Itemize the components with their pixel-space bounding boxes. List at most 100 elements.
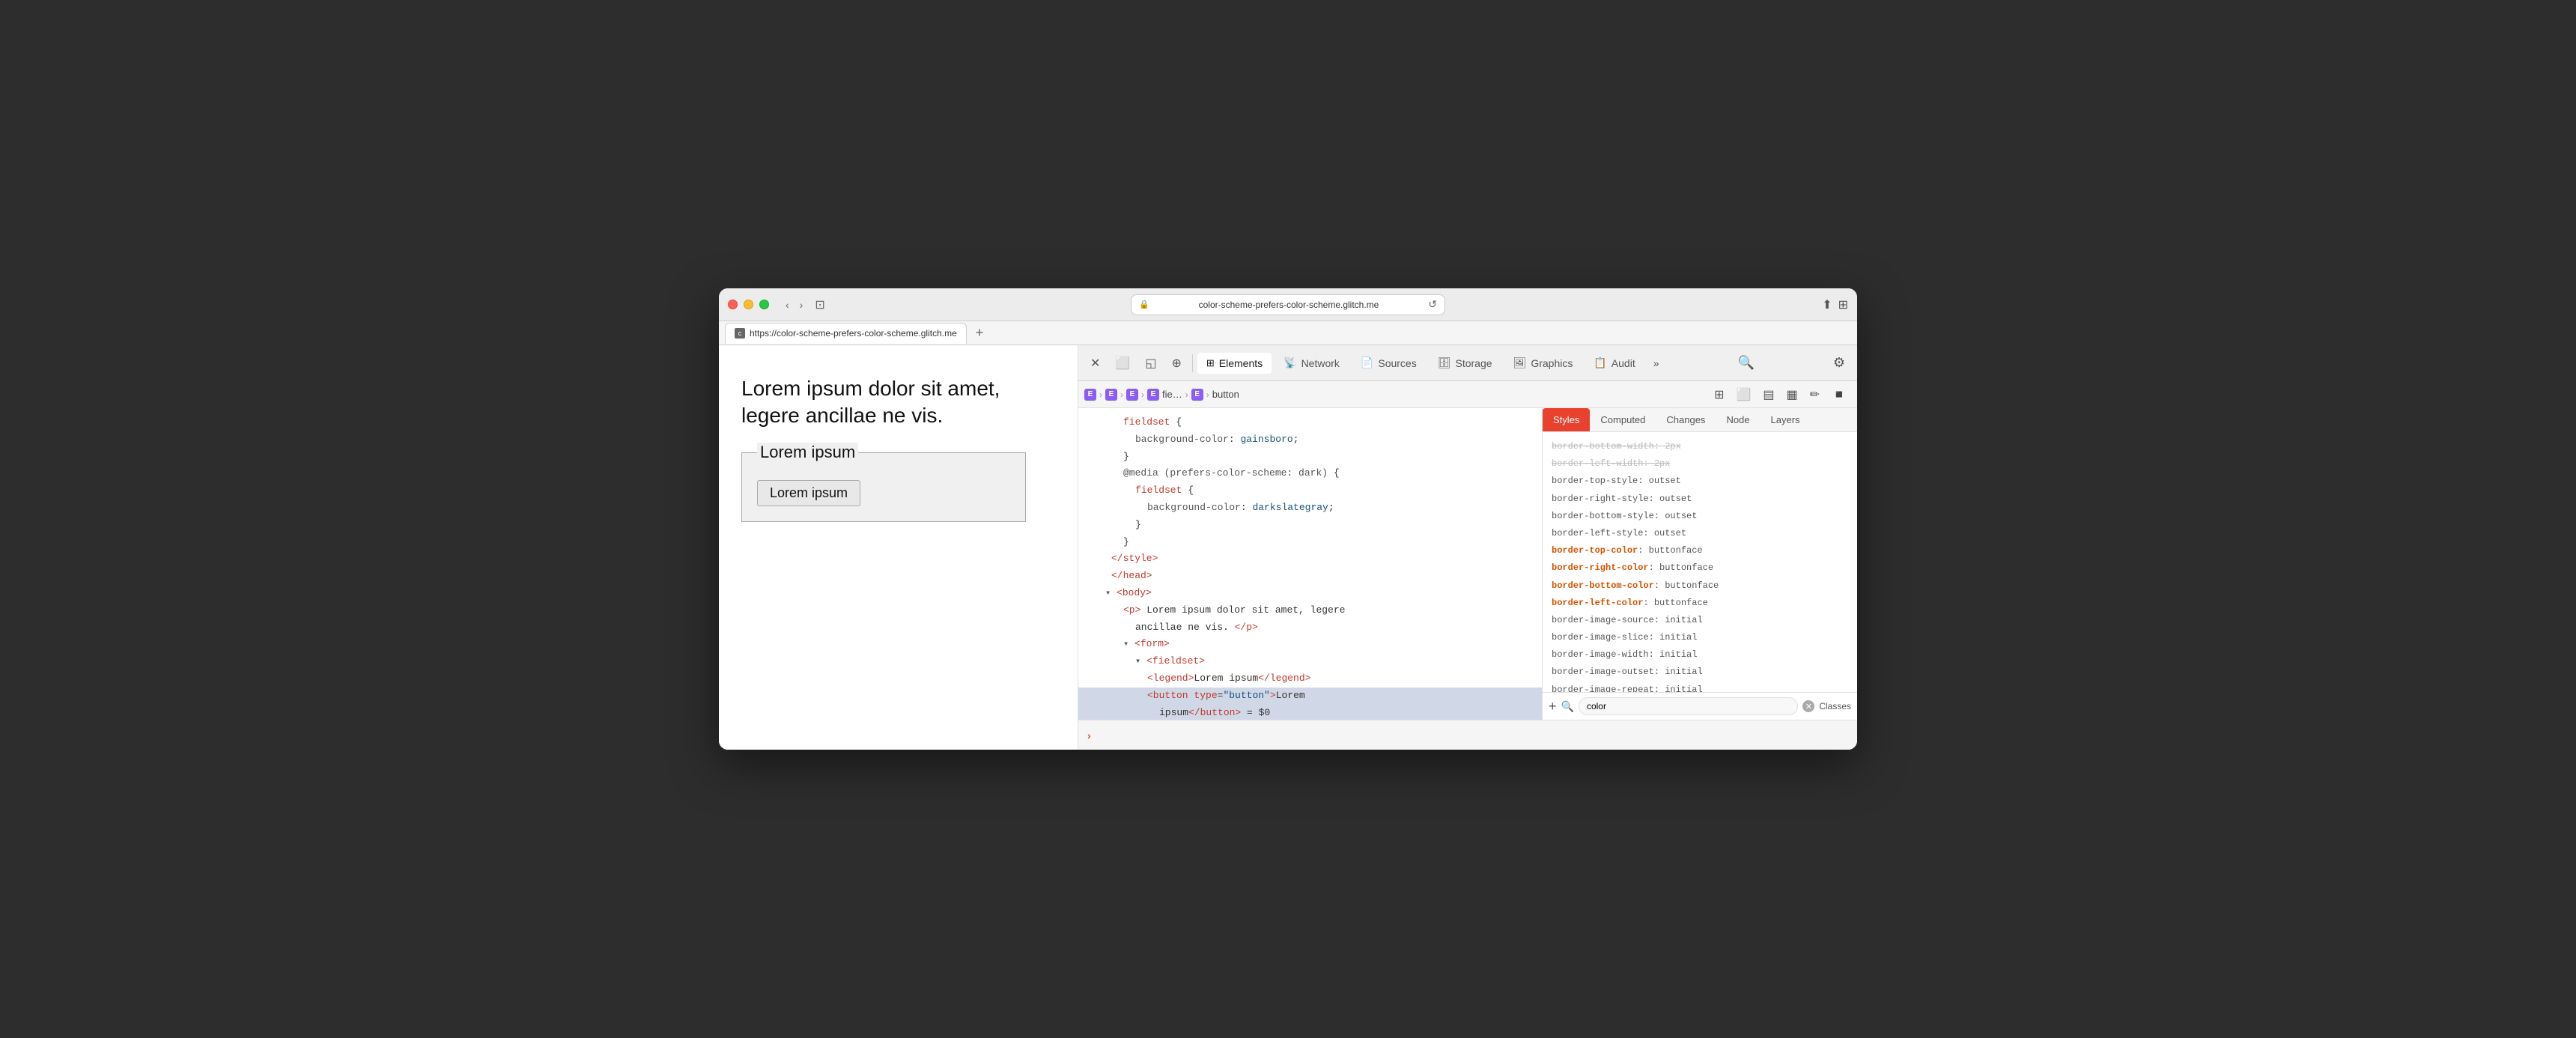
maximize-traffic-light[interactable]: [759, 300, 769, 309]
graphics-icon: 🖼: [1513, 356, 1527, 369]
html-panel[interactable]: fieldset { background-color: gainsboro; …: [1078, 408, 1543, 720]
breadcrumb-element-4: E: [1147, 389, 1159, 401]
html-line: <p> Lorem ipsum dolor sit amet, legere: [1078, 602, 1542, 619]
grid-button[interactable]: ▦: [1782, 384, 1802, 405]
element-breadcrumb: E › E › E › E fie… › E ›: [1078, 381, 1857, 408]
html-line: <legend>Lorem ipsum</legend>: [1078, 670, 1542, 688]
close-traffic-light[interactable]: [728, 300, 738, 309]
tab-elements[interactable]: ⊞ Elements: [1197, 353, 1272, 374]
devtools-settings-button[interactable]: ⚙: [1827, 350, 1851, 375]
tab-changes[interactable]: Changes: [1656, 408, 1716, 431]
tab-graphics[interactable]: 🖼 Graphics: [1504, 352, 1582, 374]
network-label: Network: [1301, 357, 1340, 369]
back-button[interactable]: ‹: [781, 296, 794, 314]
tab-sources[interactable]: 📄 Sources: [1352, 352, 1426, 374]
style-prop-highlighted-3: border-bottom-color: buttonface: [1543, 577, 1857, 595]
html-line-selected-2[interactable]: ipsum</button> = $0: [1078, 705, 1542, 720]
storage-icon: 🗄: [1438, 356, 1451, 369]
breadcrumb-label-6: button: [1212, 389, 1239, 400]
html-line: </style>: [1078, 550, 1542, 568]
browser-tab[interactable]: c https://color-scheme-prefers-color-sch…: [725, 323, 967, 344]
filter-clear-button[interactable]: ✕: [1802, 700, 1814, 712]
style-prop-line: border-image-outset: initial: [1543, 664, 1857, 681]
breadcrumb-item-6[interactable]: button: [1212, 389, 1239, 400]
frames-button[interactable]: ◱: [1139, 351, 1162, 375]
filter-classes-button[interactable]: Classes: [1819, 701, 1851, 711]
html-line: }: [1078, 517, 1542, 534]
fieldset-button[interactable]: Lorem ipsum: [757, 480, 860, 506]
breadcrumb-chevron-1: ›: [1099, 389, 1102, 400]
print-button[interactable]: ⬜: [1732, 384, 1756, 405]
breadcrumb-item-4[interactable]: E fie…: [1147, 389, 1182, 401]
forward-button[interactable]: ›: [795, 296, 808, 314]
address-bar[interactable]: 🔒 color-scheme-prefers-color-scheme.glit…: [1131, 294, 1445, 315]
tab-node[interactable]: Node: [1716, 408, 1760, 431]
audit-label: Audit: [1611, 357, 1635, 369]
tab-styles[interactable]: Styles: [1543, 408, 1590, 431]
graphics-label: Graphics: [1531, 357, 1573, 369]
breadcrumb-tools: ⊞ ⬜ ▤ ▦ ✏ ◾: [1710, 384, 1851, 405]
html-line: ▾ <fieldset>: [1078, 653, 1542, 670]
lock-icon: 🔒: [1139, 300, 1149, 309]
tab-computed[interactable]: Computed: [1590, 408, 1656, 431]
console-input[interactable]: [1097, 729, 1848, 741]
tab-url: https://color-scheme-prefers-color-schem…: [750, 328, 957, 339]
inspect-element-button[interactable]: ⊕: [1165, 351, 1187, 375]
add-style-rule-button[interactable]: +: [1549, 699, 1557, 714]
breadcrumb-item-1[interactable]: E: [1084, 389, 1096, 401]
breadcrumb-element-1: E: [1084, 389, 1096, 401]
html-line-selected[interactable]: <button type="button">Lorem: [1078, 688, 1542, 705]
breadcrumb-chevron-2: ›: [1120, 389, 1123, 400]
new-tab-button[interactable]: +: [970, 325, 990, 341]
tab-storage[interactable]: 🗄 Storage: [1429, 352, 1501, 374]
styles-panel: Styles Computed Changes Node Layers bord…: [1543, 408, 1857, 720]
style-prop-line: border-top-style: outset: [1543, 473, 1857, 490]
console-arrow: ›: [1087, 729, 1091, 741]
styles-tabs: Styles Computed Changes Node Layers: [1543, 408, 1857, 432]
devtools-close-button[interactable]: ✕: [1084, 351, 1106, 375]
style-prop-line: border-image-source: initial: [1543, 612, 1857, 629]
toolbar-separator: [1192, 354, 1193, 372]
elements-label: Elements: [1219, 357, 1263, 369]
tab-network[interactable]: 📡 Network: [1275, 352, 1349, 374]
html-line: background-color: gainsboro;: [1078, 431, 1542, 449]
sidebar-toggle-button[interactable]: ⊡: [810, 294, 829, 315]
minimize-traffic-light[interactable]: [744, 300, 753, 309]
fieldset-legend: Lorem ipsum: [757, 443, 858, 462]
html-line: ▾ <form>: [1078, 636, 1542, 653]
html-line: </head>: [1078, 568, 1542, 585]
tab-audit[interactable]: 📋 Audit: [1585, 352, 1644, 374]
breadcrumb-item-2[interactable]: E: [1105, 389, 1117, 401]
share-button[interactable]: ⬆: [1822, 297, 1832, 312]
edit-button[interactable]: ✏: [1805, 384, 1824, 405]
title-bar-actions: ⬆ ⊞: [1822, 297, 1848, 312]
html-line: fieldset {: [1078, 414, 1542, 431]
tab-layers[interactable]: Layers: [1761, 408, 1811, 431]
address-bar-container: 🔒 color-scheme-prefers-color-scheme.glit…: [1131, 294, 1445, 315]
elements-icon: ⊞: [1206, 357, 1215, 369]
html-line: }: [1078, 449, 1542, 466]
nav-buttons: ‹ ›: [781, 296, 807, 314]
breadcrumb-item-3[interactable]: E: [1126, 389, 1138, 401]
device-emulation-button[interactable]: ⬜: [1109, 351, 1136, 375]
breadcrumb-item-5[interactable]: E: [1191, 389, 1203, 401]
new-window-button[interactable]: ⊞: [1838, 297, 1848, 312]
reload-button[interactable]: ↺: [1428, 298, 1437, 311]
highlight-button[interactable]: ◾: [1827, 384, 1851, 405]
breadcrumb-chevron-3: ›: [1141, 389, 1144, 400]
breadcrumb-element-5: E: [1191, 389, 1203, 401]
style-prop-highlighted-1: border-top-color: buttonface: [1543, 542, 1857, 559]
sources-icon: 📄: [1361, 356, 1373, 369]
style-prop-line: border-image-repeat: initial: [1543, 682, 1857, 692]
page-paragraph: Lorem ipsum dolor sit amet, legere ancil…: [741, 375, 1055, 430]
layout-button[interactable]: ▤: [1758, 384, 1778, 405]
styles-content[interactable]: border-bottom-width: 2px border-left-wid…: [1543, 432, 1857, 692]
style-prop-line: border-image-width: initial: [1543, 646, 1857, 664]
styles-filter-input[interactable]: [1579, 697, 1798, 715]
grid-layout-button[interactable]: ⊞: [1710, 384, 1728, 405]
tab-favicon: c: [735, 328, 745, 339]
styles-filter: + 🔍 ✕ Classes: [1543, 692, 1857, 720]
more-tabs-button[interactable]: »: [1647, 353, 1665, 374]
devtools-search-button[interactable]: 🔍: [1731, 350, 1760, 375]
tab-bar: c https://color-scheme-prefers-color-sch…: [719, 321, 1857, 345]
